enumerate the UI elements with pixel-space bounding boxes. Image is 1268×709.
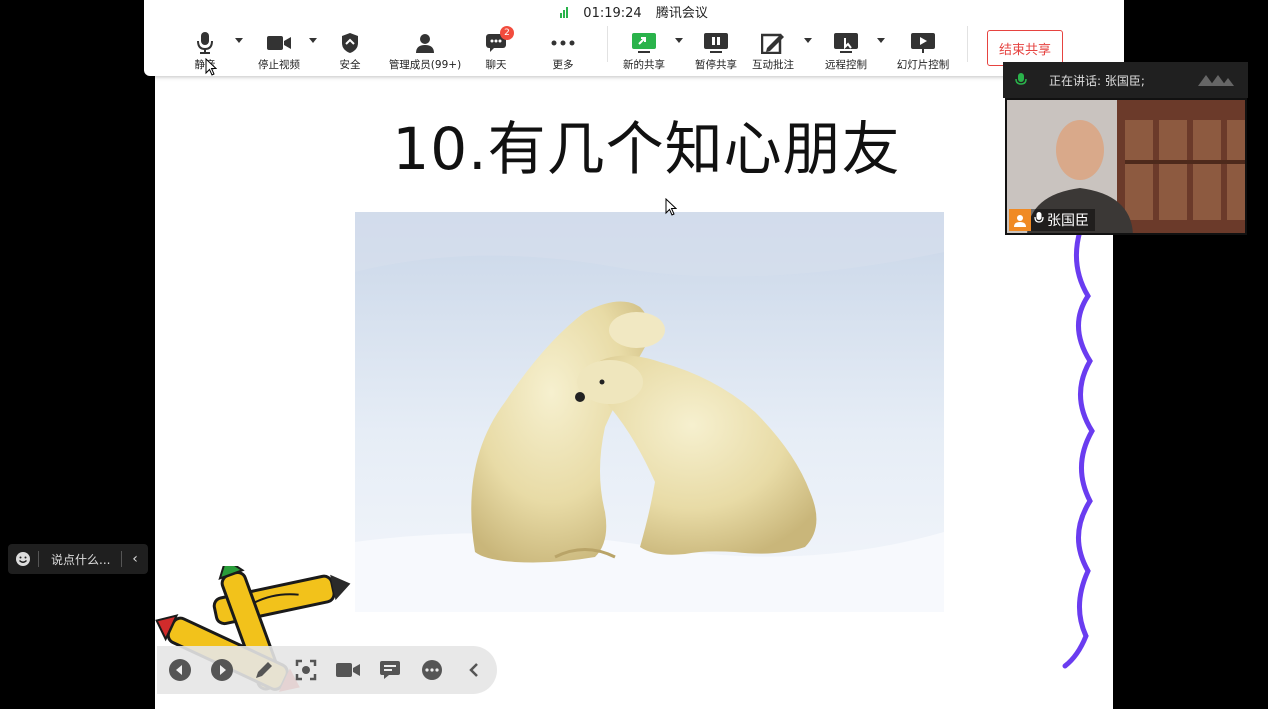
emoji-icon[interactable] [8, 551, 38, 567]
security-label: 安全 [339, 59, 361, 71]
mouse-cursor-icon [665, 198, 677, 216]
microphone-icon [197, 31, 213, 54]
participant-name: 张国臣 [1047, 213, 1089, 229]
security-button[interactable]: 安全 [310, 30, 390, 72]
annotate-pen-icon [761, 33, 784, 54]
focus-frame-icon[interactable] [293, 657, 319, 683]
stop-video-button[interactable]: 停止视频 [239, 30, 319, 72]
participant-video[interactable]: 张国臣 [1005, 98, 1247, 235]
user-icon [416, 33, 434, 53]
collapse-chevron-left-icon[interactable] [461, 657, 487, 683]
avatar-icon [1009, 209, 1031, 231]
more-button[interactable]: 更多 [523, 30, 603, 72]
mouse-cursor-icon [205, 58, 217, 76]
chat-quick-input[interactable]: 说点什么... ‹ [8, 544, 148, 574]
annotate-button[interactable]: 互动批注 [733, 30, 813, 72]
tencent-meeting-logo-icon [1198, 75, 1234, 86]
slide-title: 10.有几个知心朋友 [392, 115, 901, 183]
remote-control-label: 远程控制 [825, 59, 867, 71]
collapse-chevron-left-icon[interactable]: ‹ [122, 551, 148, 567]
more-label: 更多 [552, 59, 574, 71]
video-camera-icon[interactable] [335, 657, 361, 683]
remote-control-icon [834, 32, 858, 53]
app-name: 腾讯会议 [655, 6, 708, 21]
manage-members-label: 管理成员(99+) [388, 59, 462, 71]
slideshow-control-button[interactable]: 幻灯片控制 [883, 30, 963, 72]
comment-icon[interactable] [377, 657, 403, 683]
stop-video-label: 停止视频 [258, 59, 300, 71]
slideshow-control-label: 幻灯片控制 [896, 59, 950, 71]
name-tag-microphone-icon [1034, 211, 1044, 229]
pause-screen-icon [704, 32, 728, 53]
toolbar-divider [967, 26, 968, 62]
end-share-button[interactable]: 结束共享 [987, 30, 1063, 66]
decorative-wavy-line [1062, 228, 1095, 669]
speaking-microphone-icon [1015, 73, 1027, 85]
polar-bears-photo [355, 212, 944, 612]
new-share-label: 新的共享 [623, 59, 665, 71]
manage-members-button[interactable]: 管理成员(99+) [385, 30, 465, 72]
meeting-timer: 01:19:24 [583, 6, 642, 21]
more-dots-icon [551, 40, 575, 45]
pen-tool-icon[interactable] [251, 657, 277, 683]
camera-icon [267, 35, 291, 50]
annotate-label: 互动批注 [752, 59, 794, 71]
next-slide-icon[interactable] [209, 657, 235, 683]
slideshow-controls [157, 646, 497, 694]
speaking-text: 正在讲话: 张国臣; [1049, 74, 1145, 88]
speaking-indicator: 正在讲话: 张国臣; [1003, 62, 1248, 98]
shared-slide: 10.有几个知心朋友 [155, 76, 1113, 709]
chat-placeholder[interactable]: 说点什么... [39, 551, 121, 568]
shield-icon [342, 32, 358, 53]
remote-control-button[interactable]: 远程控制 [806, 30, 886, 72]
share-screen-icon [632, 32, 656, 53]
chat-unread-badge: 2 [500, 26, 514, 40]
signal-icon [560, 7, 569, 22]
meeting-toolbar: 01:19:24 腾讯会议 静音 停止视频 安全 管理成员(99+) 2 聊天 … [144, 0, 1124, 76]
slideshow-icon [911, 32, 935, 53]
new-share-button[interactable]: 新的共享 [604, 30, 684, 72]
participant-name-tag: 张国臣 [1009, 209, 1095, 231]
previous-slide-icon[interactable] [167, 657, 193, 683]
more-options-icon[interactable] [419, 657, 445, 683]
meeting-status: 01:19:24 腾讯会议 [144, 2, 1124, 22]
